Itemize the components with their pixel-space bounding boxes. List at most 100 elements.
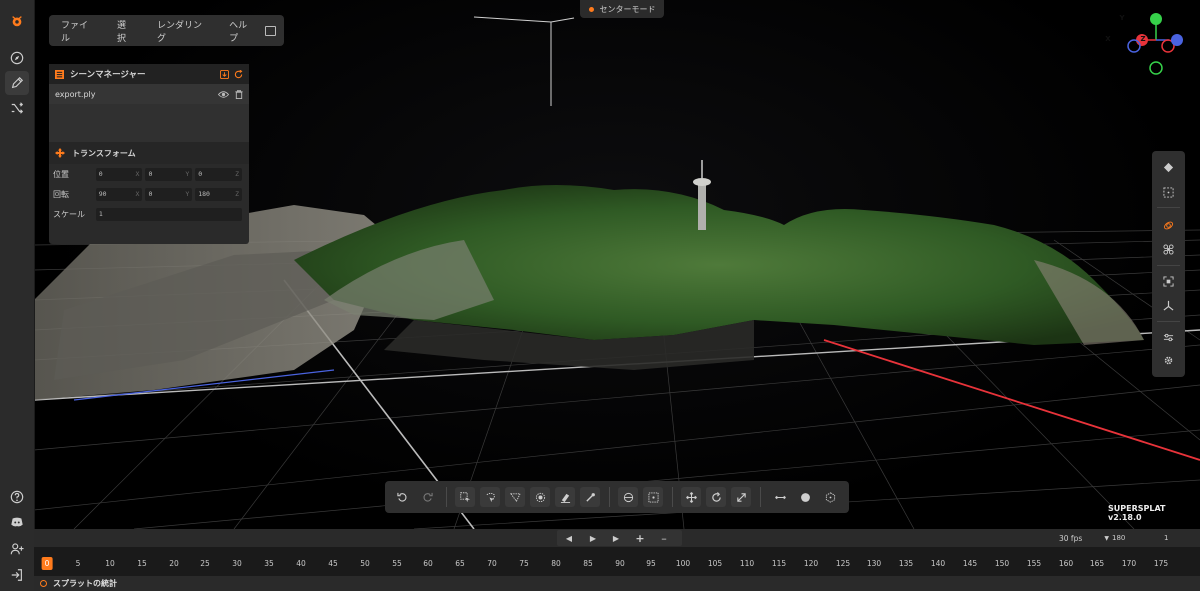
discord-icon[interactable] bbox=[5, 510, 29, 534]
next-frame-icon[interactable]: ▶ bbox=[607, 531, 625, 545]
tick-label: 40 bbox=[296, 559, 306, 568]
scale-gizmo-icon[interactable] bbox=[731, 487, 751, 507]
panel-toggle-icon[interactable] bbox=[265, 25, 276, 36]
visibility-eye-icon[interactable] bbox=[218, 90, 229, 99]
remove-keyframe-icon[interactable]: – bbox=[655, 531, 673, 545]
tick-label: 80 bbox=[551, 559, 561, 568]
scale-row: スケール 1 bbox=[49, 204, 249, 224]
main-menubar: ファイル 選択 レンダリング ヘルプ bbox=[49, 15, 284, 46]
lasso-select-icon[interactable] bbox=[480, 487, 500, 507]
crop-selection-icon[interactable] bbox=[643, 487, 663, 507]
timeline-ruler[interactable]: 0 5 10 15 20 25 30 35 40 45 50 55 60 65 … bbox=[34, 547, 1200, 576]
center-mode-dot-icon bbox=[588, 6, 594, 12]
position-x-field[interactable]: 0X bbox=[95, 167, 143, 181]
login-icon[interactable] bbox=[5, 563, 29, 587]
center-mode-label: センターモード bbox=[599, 4, 656, 14]
tick-label: 125 bbox=[835, 559, 851, 568]
fps-value: 30 fps bbox=[1059, 533, 1083, 543]
rotation-y-field[interactable]: 0Y bbox=[145, 187, 193, 201]
center-mode-button[interactable]: センターモード bbox=[580, 0, 664, 18]
supersplat-logo-icon[interactable] bbox=[5, 9, 29, 33]
gizmo-z-label[interactable]: Z bbox=[1139, 35, 1147, 43]
tick-label: 130 bbox=[866, 559, 882, 568]
rotation-z-field[interactable]: 180 Z bbox=[195, 187, 242, 201]
axes-icon[interactable] bbox=[1160, 297, 1176, 313]
gizmo-y-label[interactable]: Y bbox=[1118, 14, 1126, 22]
frames-input[interactable]: 180 bbox=[1112, 531, 1142, 545]
add-keyframe-icon[interactable]: + bbox=[631, 531, 649, 545]
tick-label: 20 bbox=[169, 559, 179, 568]
position-row: 位置 0X 0Y 0Z bbox=[49, 164, 249, 184]
tick-label: 120 bbox=[803, 559, 819, 568]
shuffle-icon[interactable] bbox=[5, 96, 29, 120]
tick-label: 30 bbox=[232, 559, 242, 568]
position-y-field[interactable]: 0Y bbox=[145, 167, 193, 181]
tick-label: 50 bbox=[360, 559, 370, 568]
tick-label: 140 bbox=[930, 559, 946, 568]
brush-icon[interactable] bbox=[5, 71, 29, 95]
settings-gear-icon[interactable] bbox=[1160, 352, 1176, 368]
splat-stats-label: スプラットの統計 bbox=[53, 578, 117, 588]
import-icon[interactable] bbox=[220, 69, 229, 79]
scale-field[interactable]: 1 bbox=[95, 207, 242, 221]
translate-gizmo-icon[interactable] bbox=[681, 487, 701, 507]
compass-icon[interactable] bbox=[5, 46, 29, 70]
rect-select-icon[interactable] bbox=[455, 487, 475, 507]
speed-input[interactable]: 1 bbox=[1164, 531, 1194, 545]
position-z-field[interactable]: 0Z bbox=[195, 167, 242, 181]
reload-icon[interactable] bbox=[234, 69, 243, 79]
tick-label: 150 bbox=[994, 559, 1010, 568]
eyedropper-icon[interactable] bbox=[580, 487, 600, 507]
stats-record-icon bbox=[40, 579, 47, 587]
fps-select[interactable]: 30 fps ▼ bbox=[1059, 531, 1109, 545]
tick-label: 60 bbox=[423, 559, 433, 568]
menu-select[interactable]: 選択 bbox=[105, 18, 145, 44]
fly-camera-icon[interactable] bbox=[1160, 241, 1176, 257]
sphere-select-icon[interactable] bbox=[530, 487, 550, 507]
tick-label: 115 bbox=[771, 559, 787, 568]
tick-label: 55 bbox=[392, 559, 402, 568]
transform-header: トランスフォーム bbox=[49, 142, 249, 164]
transform-title: トランスフォーム bbox=[72, 148, 136, 158]
scene-file-row[interactable]: export.ply bbox=[49, 84, 249, 104]
list-icon bbox=[55, 69, 64, 79]
menu-file[interactable]: ファイル bbox=[49, 18, 105, 44]
gizmo-x-label[interactable]: X bbox=[1104, 35, 1112, 43]
menu-help[interactable]: ヘルプ bbox=[217, 18, 265, 44]
chevron-down-icon: ▼ bbox=[1104, 534, 1109, 542]
orientation-gizmo bbox=[1127, 13, 1183, 75]
rotation-x-field[interactable]: 90 X bbox=[95, 187, 143, 201]
splat-mode-icon[interactable] bbox=[1160, 159, 1176, 175]
prev-frame-icon[interactable]: ◀ bbox=[560, 531, 578, 545]
eraser-brush-icon[interactable] bbox=[555, 487, 575, 507]
tick-label: 45 bbox=[328, 559, 338, 568]
add-user-icon[interactable] bbox=[5, 537, 29, 561]
bounding-box-icon[interactable] bbox=[1160, 184, 1176, 200]
world-space-icon[interactable] bbox=[795, 487, 815, 507]
tick-label: 135 bbox=[898, 559, 914, 568]
redo-icon[interactable] bbox=[417, 487, 437, 507]
tick-label: 170 bbox=[1121, 559, 1137, 568]
frame-selection-icon[interactable] bbox=[1160, 273, 1176, 289]
edit-toolbar bbox=[385, 481, 849, 513]
orbit-camera-icon[interactable] bbox=[1160, 217, 1176, 233]
rotate-gizmo-icon[interactable] bbox=[706, 487, 726, 507]
coordinate-space-icon[interactable] bbox=[770, 487, 790, 507]
undo-icon[interactable] bbox=[392, 487, 412, 507]
tick-label: 75 bbox=[519, 559, 529, 568]
delete-trash-icon[interactable] bbox=[235, 89, 243, 99]
play-icon[interactable]: ▶ bbox=[584, 531, 602, 545]
tick-label: 25 bbox=[200, 559, 210, 568]
position-label: 位置 bbox=[53, 169, 69, 179]
menu-render[interactable]: レンダリング bbox=[145, 18, 217, 44]
sliders-icon[interactable] bbox=[1160, 329, 1176, 345]
pivot-origin-icon[interactable] bbox=[820, 487, 840, 507]
help-icon[interactable] bbox=[5, 485, 29, 509]
splat-stats-toggle[interactable]: スプラットの統計 bbox=[40, 576, 117, 590]
tick-label: 155 bbox=[1026, 559, 1042, 568]
polygon-select-icon[interactable] bbox=[505, 487, 525, 507]
tick-label: 105 bbox=[707, 559, 723, 568]
tick-label: 35 bbox=[264, 559, 274, 568]
invert-selection-icon[interactable] bbox=[618, 487, 638, 507]
current-frame-marker[interactable]: 0 bbox=[41, 557, 53, 570]
